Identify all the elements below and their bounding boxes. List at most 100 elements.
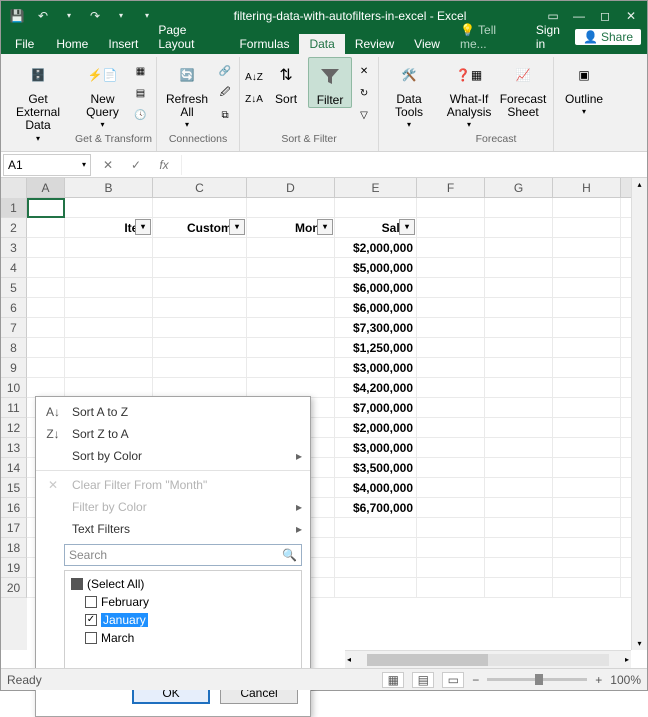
row-header-16[interactable]: 16 [1,498,27,518]
cell[interactable] [417,378,485,397]
cell[interactable] [417,438,485,457]
col-header-H[interactable]: H [553,178,621,197]
minimize-icon[interactable]: — [567,4,591,28]
cell[interactable] [485,518,553,537]
cell[interactable] [247,238,335,257]
cell[interactable] [485,398,553,417]
row-header-12[interactable]: 12 [1,418,27,438]
filter-item-select-all[interactable]: (Select All) [71,575,295,593]
cell[interactable] [485,558,553,577]
cell[interactable] [27,378,65,397]
cell[interactable] [247,198,335,217]
cell[interactable] [27,238,65,257]
cell[interactable] [553,278,621,297]
checkbox[interactable] [85,632,97,644]
cell[interactable]: $6,700,000 [335,498,417,517]
cell[interactable] [247,378,335,397]
cell[interactable] [553,438,621,457]
checkbox-mixed[interactable] [71,578,83,590]
row-header-20[interactable]: 20 [1,578,27,598]
row-header-2[interactable]: 2 [1,218,27,238]
cell[interactable] [417,458,485,477]
ribbon-options-icon[interactable]: ▭ [541,4,565,28]
forecast-sheet-button[interactable]: 📈Forecast Sheet [497,57,549,119]
cell[interactable] [153,318,247,337]
clear-filter-icon[interactable]: ✕ [354,61,374,81]
save-icon[interactable]: 💾 [5,4,29,28]
cell[interactable] [27,218,65,237]
cell[interactable] [417,418,485,437]
cell[interactable] [485,218,553,237]
recent-sources-icon[interactable]: 🕓 [131,105,151,125]
cell[interactable]: Sales▾ [335,218,417,237]
cell[interactable] [417,498,485,517]
cell[interactable] [417,298,485,317]
cell[interactable]: $5,000,000 [335,258,417,277]
zoom-slider[interactable] [487,678,587,681]
get-external-data-button[interactable]: 🗄️Get External Data▾ [9,57,67,143]
cell[interactable]: $3,500,000 [335,458,417,477]
new-query-button[interactable]: ⚡📄New Query▾ [77,57,129,130]
cell[interactable] [27,338,65,357]
cell[interactable]: $4,200,000 [335,378,417,397]
cell[interactable]: $1,250,000 [335,338,417,357]
cell[interactable]: $7,300,000 [335,318,417,337]
cell[interactable]: Item▾ [65,218,153,237]
vertical-scrollbar[interactable]: ▴▾ [631,178,647,650]
advanced-filter-icon[interactable]: ▽ [354,105,374,125]
cell[interactable] [485,258,553,277]
cell[interactable] [247,278,335,297]
qat-custom-icon[interactable]: ▾ [135,4,159,28]
cell[interactable] [485,378,553,397]
cell[interactable] [153,258,247,277]
cell[interactable] [27,298,65,317]
menu-sort-az[interactable]: A↓Sort A to Z [36,401,310,423]
cell[interactable] [65,358,153,377]
properties-icon[interactable]: 🖉 [215,83,235,103]
redo-dropdown-icon[interactable]: ▾ [109,4,133,28]
close-icon[interactable]: ✕ [619,4,643,28]
cell[interactable] [553,218,621,237]
whatif-button[interactable]: ❓▦What-If Analysis▾ [443,57,495,130]
cell[interactable] [553,418,621,437]
cell[interactable] [65,318,153,337]
cell[interactable] [485,478,553,497]
cell[interactable] [153,298,247,317]
row-header-5[interactable]: 5 [1,278,27,298]
cell[interactable] [553,258,621,277]
cell[interactable]: Customer▾ [153,218,247,237]
view-normal-icon[interactable]: ▦ [382,672,404,688]
filter-item-march[interactable]: March [71,629,295,647]
cell[interactable] [153,338,247,357]
view-page-layout-icon[interactable]: ▤ [412,672,434,688]
cell[interactable] [553,558,621,577]
cell[interactable]: $7,000,000 [335,398,417,417]
share-button[interactable]: 👤Share [575,29,641,45]
cell[interactable] [553,238,621,257]
name-box[interactable]: A1▾ [3,154,91,176]
row-header-8[interactable]: 8 [1,338,27,358]
connections-icon[interactable]: 🔗 [215,61,235,81]
cell[interactable] [417,478,485,497]
cell[interactable] [247,358,335,377]
filter-dropdown-button[interactable]: ▾ [229,219,245,235]
cell[interactable] [485,318,553,337]
cell[interactable] [65,258,153,277]
cell[interactable] [553,458,621,477]
show-queries-icon[interactable]: ▦ [131,61,151,81]
cell[interactable] [485,578,553,597]
filter-dropdown-button[interactable]: ▾ [317,219,333,235]
col-header-E[interactable]: E [335,178,417,197]
filter-dropdown-button[interactable]: ▾ [135,219,151,235]
sort-button[interactable]: ⇅Sort [266,57,306,106]
row-header-7[interactable]: 7 [1,318,27,338]
cell[interactable] [153,378,247,397]
tab-insert[interactable]: Insert [98,34,148,54]
cell[interactable] [553,538,621,557]
row-header-6[interactable]: 6 [1,298,27,318]
sort-az-icon[interactable]: A↓Z [244,67,264,87]
cell[interactable] [27,318,65,337]
cell[interactable] [335,538,417,557]
cancel-formula-icon[interactable]: ✕ [97,155,119,175]
cell[interactable] [553,398,621,417]
